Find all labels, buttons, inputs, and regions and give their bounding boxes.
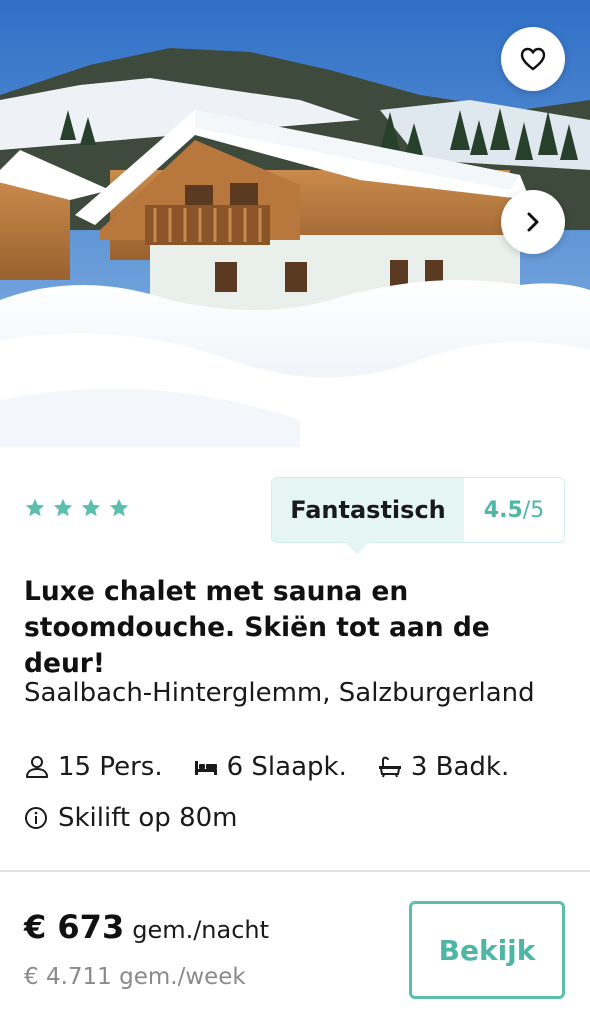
view-button[interactable]: Bekijk: [409, 901, 565, 999]
rating-score: 4.5/5: [464, 478, 564, 542]
rating-label: Fantastisch: [272, 478, 464, 554]
star-rating: [24, 497, 130, 519]
favorite-button[interactable]: [501, 27, 565, 91]
listing-location: Saalbach-Hinterglemm, Salzburgerland: [24, 678, 535, 708]
price-amount: € 673: [24, 908, 125, 946]
star-icon: [25, 498, 45, 517]
bathtub-icon: [378, 756, 401, 778]
price-per-week: € 4.711 gem./week: [24, 964, 246, 990]
price-unit: gem./nacht: [132, 916, 270, 944]
price-per-night: € 673 gem./nacht: [24, 908, 269, 946]
rating-score-value: 4.5: [483, 497, 523, 523]
review-rating: Fantastisch 4.5/5: [271, 477, 565, 554]
feature-bedrooms-text: 6 Slaapk.: [226, 752, 347, 782]
rating-label-text: Fantastisch: [290, 496, 446, 524]
skilift-info: Skilift op 80m: [24, 803, 237, 833]
star-icon: [53, 498, 73, 517]
listing-photo[interactable]: [0, 0, 590, 447]
feature-bedrooms: 6 Slaapk.: [193, 752, 347, 782]
feature-bathrooms-text: 3 Badk.: [410, 752, 510, 782]
bed-icon: [194, 761, 217, 775]
rating-score-max: /5: [522, 497, 545, 523]
chevron-right-icon: [527, 212, 539, 232]
star-icon: [109, 498, 129, 517]
feature-persons: 15 Pers.: [24, 752, 163, 782]
feature-bathrooms: 3 Badk.: [377, 752, 509, 782]
heart-outline-icon: [520, 47, 546, 71]
info-icon: [25, 807, 47, 829]
person-icon: [26, 756, 48, 778]
next-photo-button[interactable]: [501, 190, 565, 254]
listing-features: 15 Pers. 6 Slaapk. 3 Badk.: [24, 752, 539, 782]
skilift-text: Skilift op 80m: [58, 803, 238, 833]
star-icon: [81, 498, 101, 517]
listing-title[interactable]: Luxe chalet met sauna en stoomdouche. Sk…: [24, 574, 574, 682]
feature-persons-text: 15 Pers.: [58, 752, 163, 782]
divider: [0, 870, 590, 872]
rating-pointer: [345, 542, 369, 554]
